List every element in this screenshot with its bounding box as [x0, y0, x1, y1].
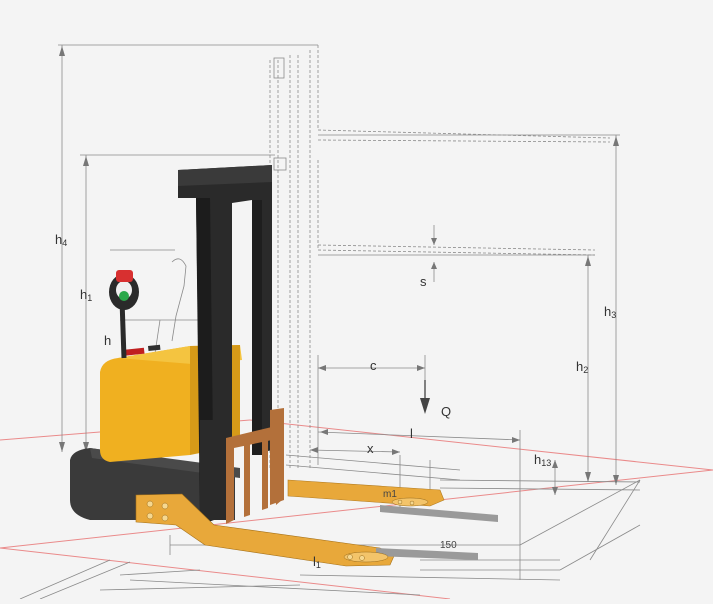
dim-label-h2: h2 [576, 359, 589, 375]
dim-label-h1: h1 [80, 287, 93, 303]
dim-label-150: 150 [440, 540, 457, 551]
dim-label-l1: l1 [313, 554, 321, 570]
dim-label-s: s [420, 274, 427, 289]
load-label-q: Q [441, 404, 452, 419]
stacker-dimension-diagram: h4 h1 h3 h2 h13 s c Q l x m1 l1 h 150 [0, 0, 713, 600]
dim-label-h3: h3 [604, 304, 617, 320]
dim-label-h4: h4 [55, 232, 68, 248]
diagram-canvas [0, 44, 713, 600]
dim-label-h-partial: h [104, 333, 112, 348]
dim-label-l: l [410, 426, 413, 441]
dim-label-m1: m1 [383, 489, 397, 500]
dim-label-h13: h13 [534, 452, 552, 468]
battery-cover [100, 346, 190, 462]
dim-label-x: x [367, 441, 374, 456]
load-arrow-icon [420, 380, 430, 414]
dim-label-c: c [370, 358, 377, 373]
